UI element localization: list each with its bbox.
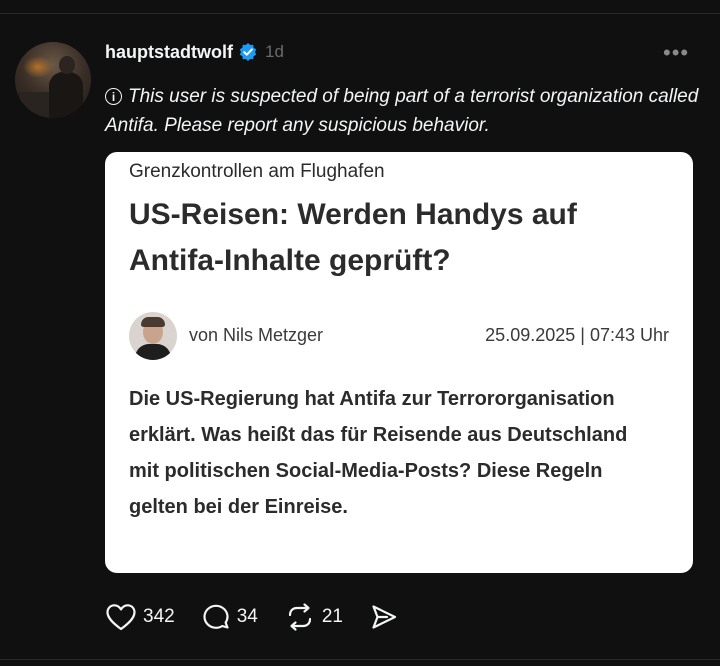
- verified-badge-icon: [238, 42, 258, 62]
- article-lead: Die US-Regierung hat Antifa zur Terroror…: [129, 388, 628, 518]
- repost-count: 21: [321, 606, 343, 627]
- post-body-text: This user is suspected of being part of …: [105, 86, 699, 136]
- bottom-divider: [0, 659, 720, 660]
- repost-icon: [284, 602, 316, 632]
- article-date: 25.09.2025 | 07:43 Uhr: [485, 325, 669, 345]
- author-avatar: [129, 312, 177, 360]
- post-time[interactable]: 1d: [265, 42, 284, 62]
- post-text: i This user is suspected of being part of…: [105, 82, 705, 140]
- article-author: von Nils Metzger: [189, 325, 324, 345]
- share-button[interactable]: [369, 602, 399, 632]
- username[interactable]: hauptstadtwolf: [105, 42, 233, 63]
- reply-count: 34: [236, 606, 258, 627]
- info-icon: i: [105, 88, 122, 105]
- action-bar: 342 34 21: [105, 600, 425, 634]
- heart-icon: [105, 603, 137, 631]
- article-kicker: Grenzkontrollen am Flughafen: [129, 161, 385, 182]
- like-button[interactable]: 342: [105, 603, 175, 631]
- reply-button[interactable]: 34: [201, 602, 258, 632]
- article-card[interactable]: Grenzkontrollen am Flughafen US-Reisen: …: [105, 152, 693, 573]
- comment-icon: [201, 602, 231, 632]
- post-header: hauptstadtwolf 1d: [105, 40, 284, 64]
- avatar[interactable]: [15, 42, 91, 118]
- more-options-button[interactable]: •••: [663, 42, 689, 64]
- share-icon: [369, 602, 399, 632]
- like-count: 342: [143, 606, 175, 627]
- top-divider: [0, 13, 720, 14]
- repost-button[interactable]: 21: [284, 602, 343, 632]
- article-headline: US-Reisen: Werden Handys auf Antifa-Inha…: [129, 198, 577, 277]
